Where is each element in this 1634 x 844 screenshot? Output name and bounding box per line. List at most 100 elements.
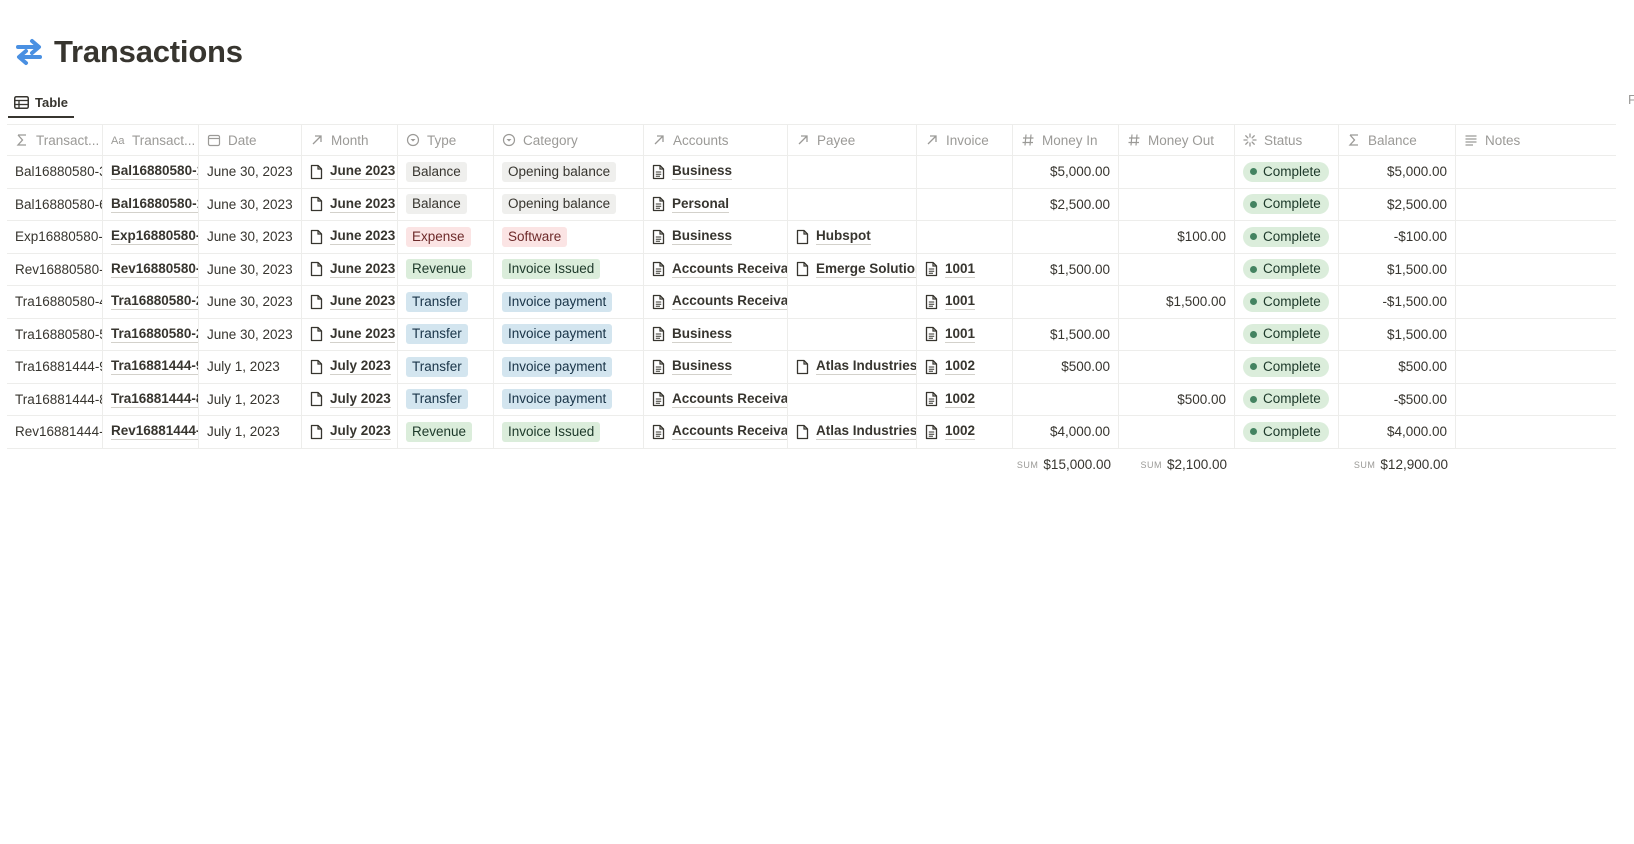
cell-category[interactable]: Opening balance xyxy=(494,156,644,188)
transaction-name-link[interactable]: Rev16881444- xyxy=(111,423,198,441)
accounts-link[interactable]: Business xyxy=(672,358,733,376)
accounts-link[interactable]: Business xyxy=(672,326,733,343)
accounts-relation[interactable]: Business xyxy=(652,228,733,246)
payee-relation[interactable]: Atlas Industries xyxy=(796,423,916,441)
cell-type[interactable]: Transfer xyxy=(398,351,494,383)
transaction-name-link[interactable]: Tra16881444-8 xyxy=(111,391,198,408)
payee-link[interactable]: Atlas Industries xyxy=(816,358,916,376)
column-header-money_out[interactable]: Money Out xyxy=(1119,125,1235,155)
table-row[interactable]: Tra16880580-4 Tra16880580-2 June 30, 2023 J… xyxy=(7,286,1616,319)
accounts-relation[interactable]: Business xyxy=(652,358,733,376)
cell-invoice[interactable] xyxy=(917,188,1013,220)
cell-notes[interactable] xyxy=(1456,286,1616,318)
cell-payee[interactable] xyxy=(788,188,917,220)
cell-type[interactable]: Revenue xyxy=(398,416,494,448)
cell-month[interactable]: June 2023 xyxy=(302,156,398,188)
cell-txid[interactable]: Tra16880580-4 xyxy=(7,286,103,318)
cell-txname[interactable]: Tra16880580-2 xyxy=(103,286,199,318)
column-header-money_in[interactable]: Money In xyxy=(1013,125,1119,155)
cell-money_in[interactable]: $500.00 xyxy=(1013,351,1119,383)
cell-accounts[interactable]: Business xyxy=(644,318,788,350)
month-relation[interactable]: June 2023 xyxy=(310,293,396,311)
transaction-name-link[interactable]: Bal16880580-1 xyxy=(111,196,198,213)
cell-month[interactable]: July 2023 xyxy=(302,383,398,415)
accounts-link[interactable]: Accounts Receivab xyxy=(672,391,787,408)
month-link[interactable]: June 2023 xyxy=(330,163,396,181)
cell-money_in[interactable]: $5,000.00 xyxy=(1013,156,1119,188)
cell-month[interactable]: July 2023 xyxy=(302,351,398,383)
cell-money_out[interactable] xyxy=(1119,351,1235,383)
table-row[interactable]: Rev16881444-7 Rev16881444- July 1, 2023 Jul… xyxy=(7,416,1616,449)
cell-type[interactable]: Transfer xyxy=(398,318,494,350)
column-header-status[interactable]: Status xyxy=(1235,125,1339,155)
cell-money_in[interactable]: $4,000.00 xyxy=(1013,416,1119,448)
transaction-name-link[interactable]: Tra16880580-2 xyxy=(111,293,198,311)
cell-invoice[interactable] xyxy=(917,156,1013,188)
invoice-relation[interactable]: 1001 xyxy=(925,326,976,343)
cell-accounts[interactable]: Accounts Receivab xyxy=(644,286,788,318)
cell-category[interactable]: Invoice payment xyxy=(494,286,644,318)
cell-txid[interactable]: Tra16881444-8 xyxy=(7,383,103,415)
cell-invoice[interactable] xyxy=(917,221,1013,253)
column-header-date[interactable]: Date xyxy=(199,125,302,155)
cell-txname[interactable]: Tra16881444-9 xyxy=(103,351,199,383)
accounts-link[interactable]: Accounts Receivab xyxy=(672,423,787,441)
cell-month[interactable]: June 2023 xyxy=(302,188,398,220)
cell-payee[interactable] xyxy=(788,318,917,350)
month-link[interactable]: June 2023 xyxy=(330,228,396,246)
cell-category[interactable]: Invoice payment xyxy=(494,351,644,383)
month-link[interactable]: June 2023 xyxy=(330,326,396,343)
invoice-relation[interactable]: 1001 xyxy=(925,261,976,278)
cell-invoice[interactable]: 1001 xyxy=(917,253,1013,285)
cell-category[interactable]: Software xyxy=(494,221,644,253)
month-relation[interactable]: June 2023 xyxy=(310,261,396,278)
invoice-link[interactable]: 1001 xyxy=(945,261,976,278)
cell-payee[interactable]: Atlas Industries xyxy=(788,351,917,383)
invoice-relation[interactable]: 1002 xyxy=(925,423,976,441)
cell-txid[interactable]: Bal16880580-6 xyxy=(7,188,103,220)
cell-month[interactable]: June 2023 xyxy=(302,221,398,253)
cell-status[interactable]: Complete xyxy=(1235,253,1339,285)
cell-balance[interactable]: $1,500.00 xyxy=(1339,318,1456,350)
month-link[interactable]: June 2023 xyxy=(330,293,396,311)
cell-invoice[interactable]: 1002 xyxy=(917,351,1013,383)
cell-notes[interactable] xyxy=(1456,254,1616,286)
cell-notes[interactable] xyxy=(1456,221,1616,253)
cell-txid[interactable]: Rev16881444-7 xyxy=(7,416,103,448)
column-header-type[interactable]: Type xyxy=(398,125,494,155)
table-row[interactable]: Tra16881444-8 Tra16881444-8 July 1, 2023 Ju… xyxy=(7,383,1616,416)
cell-money_out[interactable] xyxy=(1119,253,1235,285)
cell-date[interactable]: June 30, 2023 xyxy=(199,318,302,350)
cell-date[interactable]: June 30, 2023 xyxy=(199,221,302,253)
truncated-toolbar-text[interactable]: F xyxy=(1628,92,1634,107)
month-relation[interactable]: June 2023 xyxy=(310,228,396,246)
cell-notes[interactable] xyxy=(1456,416,1616,448)
column-header-balance[interactable]: Balance xyxy=(1339,125,1456,155)
cell-payee[interactable]: Hubspot xyxy=(788,221,917,253)
cell-balance[interactable]: $500.00 xyxy=(1339,351,1456,383)
cell-date[interactable]: July 1, 2023 xyxy=(199,383,302,415)
cell-date[interactable]: July 1, 2023 xyxy=(199,416,302,448)
cell-balance[interactable]: $4,000.00 xyxy=(1339,416,1456,448)
column-header-txname[interactable]: Aa Transact... xyxy=(103,125,199,155)
cell-balance[interactable]: -$1,500.00 xyxy=(1339,286,1456,318)
accounts-link[interactable]: Accounts Receivab xyxy=(672,261,787,278)
cell-invoice[interactable]: 1002 xyxy=(917,383,1013,415)
cell-type[interactable]: Balance xyxy=(398,156,494,188)
column-header-payee[interactable]: Payee xyxy=(788,125,917,155)
cell-invoice[interactable]: 1001 xyxy=(917,286,1013,318)
cell-status[interactable]: Complete xyxy=(1235,351,1339,383)
table-row[interactable]: Rev16880580-2 Rev16880580- June 30, 2023 Ju… xyxy=(7,253,1616,286)
accounts-relation[interactable]: Business xyxy=(652,163,733,181)
cell-category[interactable]: Invoice Issued xyxy=(494,253,644,285)
cell-status[interactable]: Complete xyxy=(1235,221,1339,253)
cell-money_out[interactable] xyxy=(1119,416,1235,448)
cell-money_out[interactable] xyxy=(1119,318,1235,350)
cell-balance[interactable]: -$100.00 xyxy=(1339,221,1456,253)
cell-type[interactable]: Revenue xyxy=(398,253,494,285)
cell-notes[interactable] xyxy=(1456,189,1616,221)
cell-month[interactable]: June 2023 xyxy=(302,253,398,285)
column-header-notes[interactable]: Notes xyxy=(1456,125,1616,155)
cell-money_in[interactable]: $2,500.00 xyxy=(1013,188,1119,220)
table-row[interactable]: Bal16880580-6 Bal16880580-1 June 30, 2023 J… xyxy=(7,188,1616,221)
